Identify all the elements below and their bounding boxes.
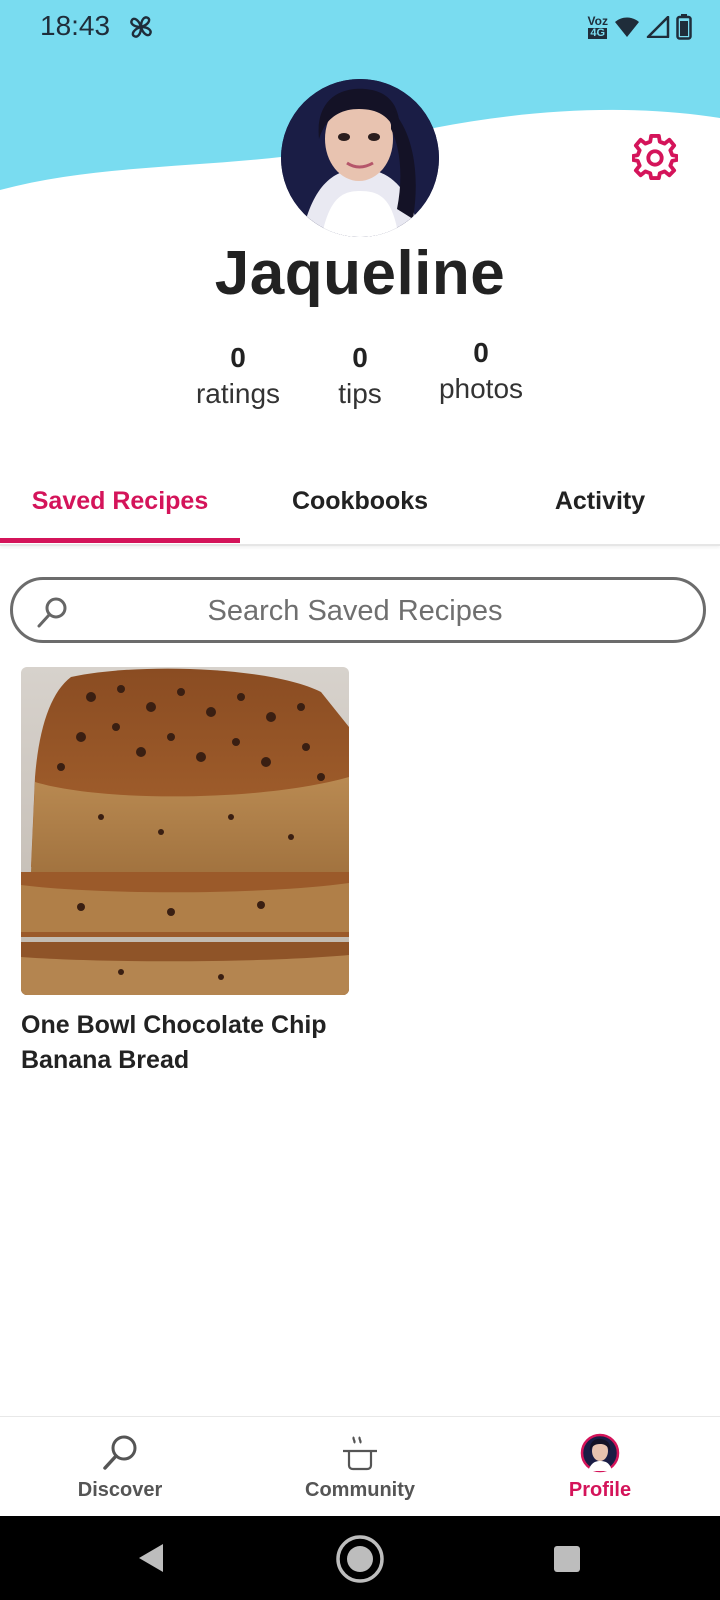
stat-ratings-label: ratings [195,378,281,409]
search-icon [37,597,67,628]
pot-icon [343,1436,377,1471]
network-label-bottom: 4G [588,27,608,39]
tab-saved-recipes[interactable]: Saved Recipes [0,470,240,544]
bottom-nav: Discover Community Profile [0,1416,720,1517]
stat-tips-value: 0 [352,342,368,373]
stat-ratings: 0 ratings [168,342,308,410]
profile-tabs: Saved Recipes Cookbooks Activity [0,470,720,546]
home-icon[interactable] [335,1534,385,1584]
back-icon[interactable] [136,1542,166,1574]
avatar-image [281,79,439,237]
active-tab-indicator [0,538,240,543]
battery-icon [676,14,692,40]
system-navigation-bar [0,1516,720,1600]
recipe-card-image[interactable] [21,667,349,995]
avatar-icon [580,1433,620,1473]
stat-tips: 0 tips [290,342,430,410]
nav-community[interactable]: Community [240,1417,480,1517]
gear-icon[interactable] [632,134,678,180]
network-type: Voz 4G [588,15,608,39]
recipe-card-title[interactable]: One Bowl Chocolate Chip Banana Bread [21,1008,371,1078]
signal-icon [646,16,670,38]
nav-profile-label: Profile [568,1479,632,1501]
status-time: 18:43 [40,10,111,41]
nav-discover-label: Discover [77,1479,163,1501]
search-box [10,577,706,643]
search-input[interactable] [83,586,627,636]
nav-community-label: Community [305,1479,415,1501]
nav-profile[interactable]: Profile [480,1417,720,1517]
search-icon [103,1435,137,1470]
profile-name: Jaqueline [214,239,506,308]
tab-activity[interactable]: Activity [480,470,720,544]
stat-photos-value: 0 [473,337,489,368]
wifi-icon [615,17,639,37]
tab-cookbooks[interactable]: Cookbooks [240,470,480,544]
status-icons: Voz 4G [588,12,692,42]
profile-avatar[interactable] [281,79,439,237]
recents-icon[interactable] [553,1545,581,1573]
fan-icon [130,16,152,38]
nav-discover[interactable]: Discover [0,1417,240,1517]
network-label-top: Voz [587,14,608,28]
stat-photos-label: photos [438,373,524,404]
stat-ratings-value: 0 [230,342,246,373]
stat-photos: 0 photos [411,337,551,405]
stat-tips-label: tips [338,378,382,409]
banana-bread-image [21,667,349,995]
